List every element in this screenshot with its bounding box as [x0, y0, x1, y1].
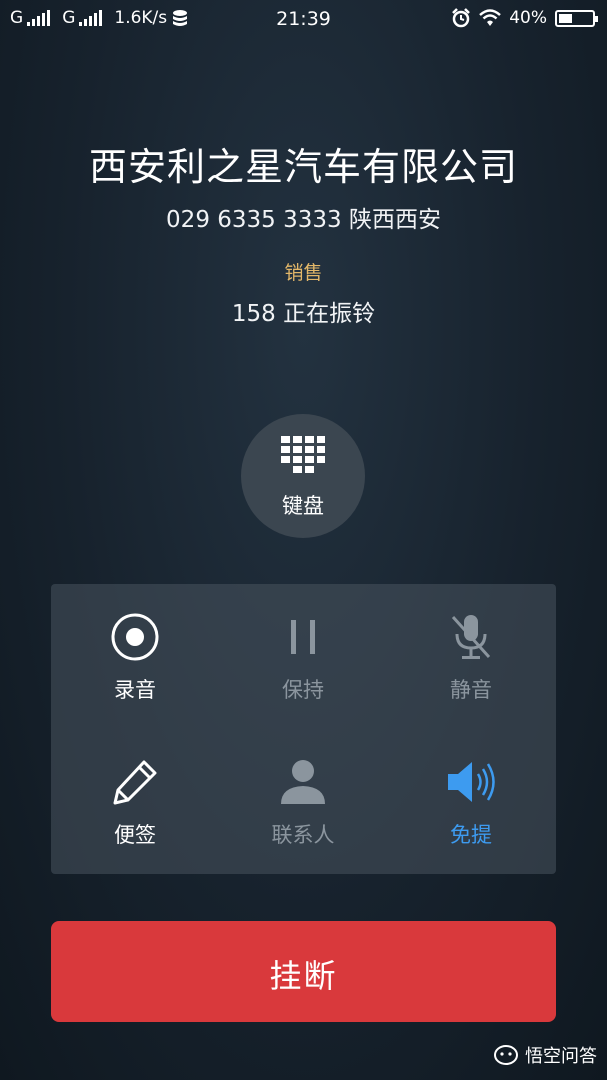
call-status: 158 正在振铃 [231, 301, 376, 327]
battery-fill [559, 13, 572, 23]
caller-number-location: 029 6335 3333 陕西西安 [166, 207, 441, 233]
watermark-text: 悟空问答 [525, 1046, 597, 1067]
contacts-button[interactable]: 联系人 [219, 729, 387, 874]
mic-off-icon [451, 615, 491, 659]
record-button[interactable]: 录音 [51, 584, 219, 729]
notes-button[interactable]: 便签 [51, 729, 219, 874]
speaker-label: 免提 [450, 823, 492, 847]
notes-label: 便签 [114, 823, 156, 847]
mute-button[interactable]: 静音 [387, 584, 555, 729]
caller-name: 西安利之星汽车有限公司 [88, 145, 518, 189]
dialpad-icon [281, 436, 325, 473]
caller-tag: 销售 [284, 262, 323, 284]
pause-icon [291, 620, 315, 654]
record-icon [111, 613, 159, 661]
contacts-label: 联系人 [271, 823, 335, 847]
wifi-icon [479, 9, 502, 26]
pencil-icon [113, 760, 157, 805]
alarm-icon [452, 8, 471, 28]
speaker-button[interactable]: 免提 [387, 729, 555, 874]
person-icon [281, 760, 325, 804]
battery-icon [555, 9, 598, 27]
keypad-label: 键盘 [282, 494, 324, 518]
mute-label: 静音 [450, 678, 492, 702]
record-label: 录音 [114, 678, 156, 702]
watermark: 悟空问答 [493, 1042, 597, 1068]
keypad-button[interactable]: 键盘 [241, 414, 365, 538]
hold-button[interactable]: 保持 [219, 584, 387, 729]
hangup-button[interactable]: 挂断 [51, 921, 556, 1022]
status-right: 40% [451, 8, 598, 28]
hangup-label: 挂断 [269, 957, 338, 995]
hold-label: 保持 [282, 678, 324, 702]
speaker-icon [448, 762, 495, 802]
status-bar: G G 1.6K/s 21:39 40% [0, 0, 607, 40]
battery-percent: 40% [509, 8, 547, 28]
call-controls-panel: 录音 保持 静音 便签 联系人 免提 [51, 584, 556, 874]
watermark-logo-icon [494, 1045, 518, 1065]
